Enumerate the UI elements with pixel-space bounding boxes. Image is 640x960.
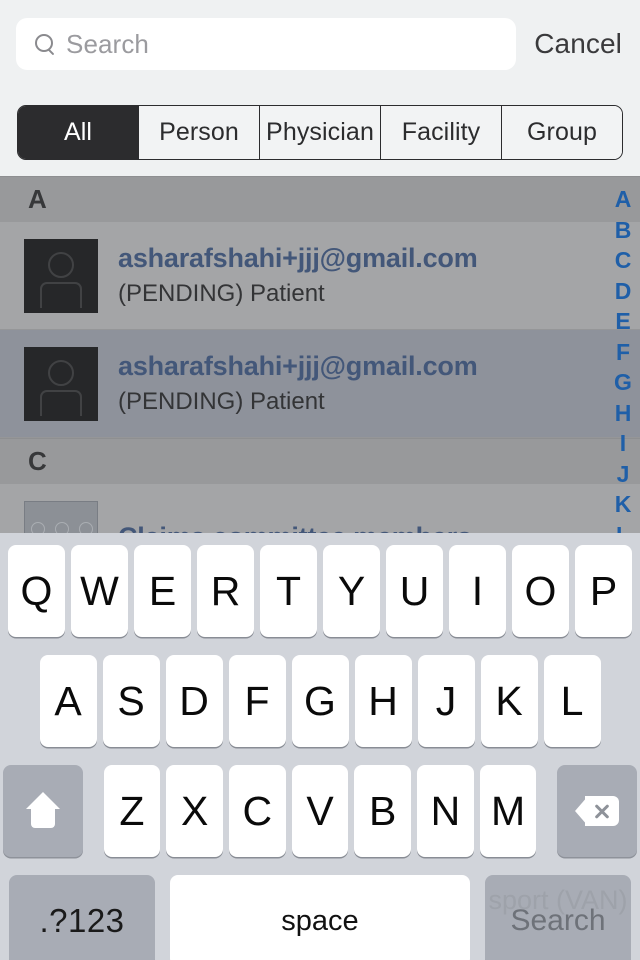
index-letter[interactable]: H — [615, 398, 632, 429]
segment-person[interactable]: Person — [138, 105, 259, 159]
keyboard-row-1: Q W E R T Y U I O P — [0, 545, 640, 637]
segment-physician[interactable]: Physician — [259, 105, 380, 159]
person-avatar-icon — [24, 346, 98, 421]
segment-group[interactable]: Group — [501, 105, 622, 159]
table-row[interactable]: asharafshahi+jjj@gmail.com (PENDING) Pat… — [0, 330, 640, 438]
row-title: asharafshahi+jjj@gmail.com — [118, 243, 478, 273]
key-x[interactable]: X — [166, 765, 223, 857]
key-l[interactable]: L — [543, 655, 601, 747]
keyboard-row-4: .?123 space sport (VAN) Search — [0, 875, 640, 960]
row-text: asharafshahi+jjj@gmail.com (PENDING) Pat… — [118, 243, 478, 308]
person-avatar-icon — [24, 238, 98, 313]
section-header-a: A — [0, 176, 640, 222]
section-header-c: C — [0, 438, 640, 484]
shift-arrow-icon — [25, 792, 60, 830]
key-s[interactable]: S — [102, 655, 160, 747]
key-j[interactable]: J — [417, 655, 475, 747]
row-subtitle: (PENDING) Patient — [118, 280, 325, 307]
key-m[interactable]: M — [479, 765, 537, 857]
search-contacts-screen: Search Cancel All Person Physician Facil… — [0, 0, 640, 960]
key-g[interactable]: G — [291, 655, 349, 747]
key-h[interactable]: H — [354, 655, 412, 747]
key-d[interactable]: D — [165, 655, 223, 747]
search-input[interactable]: Search — [16, 18, 517, 70]
key-p[interactable]: P — [575, 545, 632, 637]
row-text: asharafshahi+jjj@gmail.com (PENDING) Pat… — [118, 351, 478, 416]
keyboard-row-2: A S D F G H J K L — [0, 655, 640, 747]
index-letter[interactable]: A — [615, 184, 632, 215]
on-screen-keyboard[interactable]: Q W E R T Y U I O P A S D F G H J K L Z — [0, 533, 640, 960]
index-letter[interactable]: J — [617, 459, 630, 490]
index-letter[interactable]: D — [615, 276, 632, 307]
index-letter[interactable]: C — [615, 245, 632, 276]
key-v[interactable]: V — [291, 765, 349, 857]
key-f[interactable]: F — [228, 655, 286, 747]
search-bar: Search Cancel — [0, 0, 640, 88]
key-r[interactable]: R — [197, 545, 254, 637]
index-letter[interactable]: G — [614, 367, 632, 398]
key-n[interactable]: N — [417, 765, 474, 857]
search-return-key[interactable]: sport (VAN) Search — [485, 875, 631, 960]
key-b[interactable]: B — [354, 765, 412, 857]
row-subtitle: (PENDING) Patient — [118, 388, 325, 415]
table-row[interactable]: asharafshahi+jjj@gmail.com (PENDING) Pat… — [0, 222, 640, 330]
backspace-icon — [575, 796, 620, 826]
search-placeholder: Search — [66, 28, 149, 59]
filter-segmented-control-container: All Person Physician Facility Group — [0, 88, 640, 176]
key-e[interactable]: E — [134, 545, 191, 637]
keyboard-row-3: Z X C V B N M — [0, 765, 640, 857]
key-q[interactable]: Q — [8, 545, 65, 637]
key-k[interactable]: K — [480, 655, 538, 747]
search-icon — [34, 33, 56, 55]
index-letter[interactable]: B — [615, 215, 632, 246]
key-y[interactable]: Y — [323, 545, 380, 637]
row-title: asharafshahi+jjj@gmail.com — [118, 351, 478, 381]
backspace-key[interactable] — [557, 765, 637, 857]
index-letter[interactable]: K — [615, 489, 632, 520]
segment-all[interactable]: All — [18, 105, 138, 159]
index-letter[interactable]: E — [615, 306, 630, 337]
shift-key[interactable] — [3, 765, 83, 857]
space-key[interactable]: space — [170, 875, 470, 960]
search-return-key-label: Search — [510, 904, 606, 937]
key-w[interactable]: W — [71, 545, 128, 637]
filter-segmented-control[interactable]: All Person Physician Facility Group — [17, 104, 623, 160]
key-u[interactable]: U — [386, 545, 443, 637]
cancel-button[interactable]: Cancel — [534, 28, 626, 60]
key-c[interactable]: C — [228, 765, 286, 857]
index-letter[interactable]: I — [620, 428, 626, 459]
numbers-key[interactable]: .?123 — [9, 875, 155, 960]
key-i[interactable]: I — [449, 545, 506, 637]
index-letter[interactable]: F — [616, 337, 630, 368]
segment-facility[interactable]: Facility — [380, 105, 501, 159]
key-o[interactable]: O — [512, 545, 569, 637]
key-a[interactable]: A — [39, 655, 97, 747]
key-z[interactable]: Z — [103, 765, 161, 857]
key-t[interactable]: T — [260, 545, 317, 637]
